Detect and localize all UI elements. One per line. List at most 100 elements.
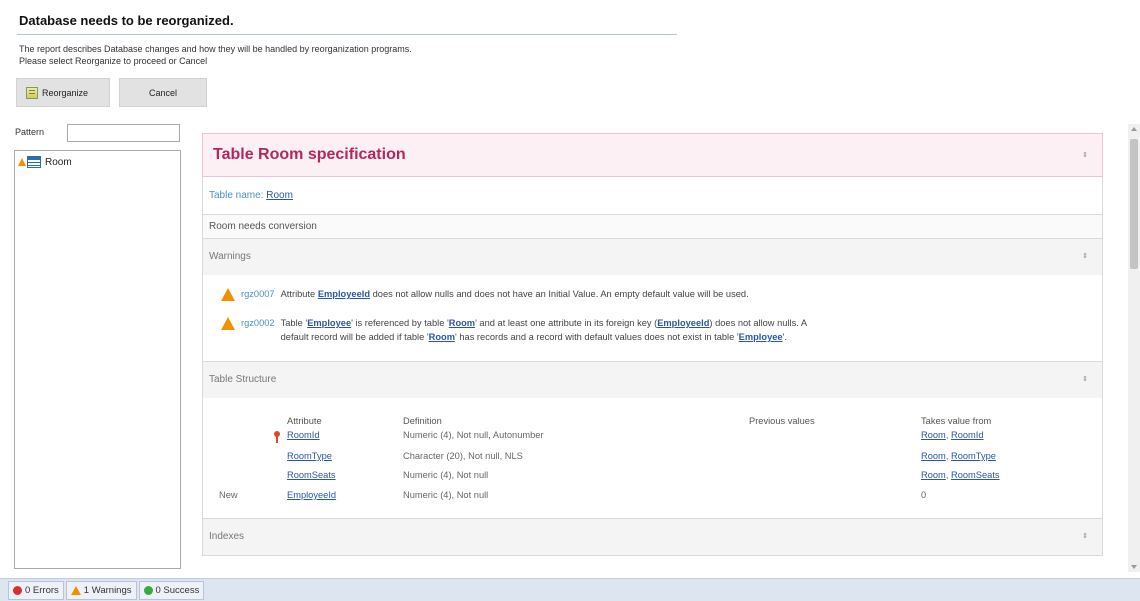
- attribute-link[interactable]: EmployeeId: [287, 490, 336, 500]
- table-tree[interactable]: Room: [14, 150, 181, 569]
- spec-title: Table Room specification: [213, 146, 406, 163]
- source-table-link[interactable]: Room: [921, 470, 946, 480]
- warning-text-part: default record will be added if table ': [280, 332, 429, 342]
- attribute-link[interactable]: RoomSeats: [287, 470, 336, 480]
- table-icon: [27, 156, 41, 168]
- scroll-up-arrow-icon[interactable]: [1131, 127, 1137, 131]
- table-row: RoomType Character (20), Not null, NLS R…: [287, 451, 996, 461]
- warnings-header[interactable]: Warnings ⇕: [203, 239, 1102, 275]
- structure-title: Table Structure: [209, 374, 277, 385]
- table-row: RoomId Numeric (4), Not null, Autonumber…: [203, 430, 1103, 444]
- reorganize-button[interactable]: Reorganize: [16, 78, 110, 107]
- warning-icon: [221, 288, 235, 301]
- instruction-line: Please select Reorganize to proceed or C…: [19, 56, 208, 66]
- cancel-button-label: Cancel: [148, 87, 177, 98]
- scroll-down-arrow-icon[interactable]: [1131, 565, 1137, 569]
- warning-text-part: Table ': [280, 318, 308, 328]
- indexes-title: Indexes: [209, 531, 245, 542]
- status-bar: 0 Errors 1 Warnings 0 Success: [0, 578, 1140, 601]
- column-header: Previous values: [749, 416, 815, 426]
- success-filter[interactable]: 0 Success: [138, 580, 205, 600]
- reorganize-button-label: Reorganize: [42, 87, 89, 98]
- structure-section: Table Structure ⇕ Attribute Definition P…: [202, 362, 1103, 519]
- tree-item-label: Room: [45, 156, 72, 168]
- warning-item: rgz0002 Table 'Employee' is referenced b…: [221, 316, 807, 344]
- warning-text-part: does not allow nulls and does not have a…: [370, 289, 749, 299]
- attribute-link[interactable]: RoomType: [287, 451, 332, 461]
- table-link[interactable]: Room: [429, 332, 455, 342]
- definition-cell: Numeric (4), Not null: [403, 470, 489, 480]
- warning-text: Attribute EmployeeId does not allow null…: [281, 287, 749, 301]
- warnings-section: Warnings ⇕ rgz0007 Attribute EmployeeId …: [202, 239, 1103, 362]
- warning-icon: [221, 317, 235, 330]
- column-header: Attribute: [287, 416, 322, 426]
- success-icon: [143, 585, 153, 595]
- error-icon: [13, 585, 22, 595]
- warning-code: rgz0007: [241, 289, 275, 299]
- new-marker: New: [219, 490, 238, 500]
- success-count: 0 Success: [155, 584, 200, 596]
- cancel-button[interactable]: Cancel: [119, 78, 207, 107]
- collapse-icon[interactable]: ⇕: [1082, 151, 1088, 159]
- structure-header[interactable]: Table Structure ⇕: [203, 362, 1102, 398]
- reorganize-icon: [26, 86, 38, 99]
- table-link[interactable]: Room: [449, 318, 475, 328]
- page-title: Database needs to be reorganized.: [19, 13, 234, 28]
- warnings-body: rgz0007 Attribute EmployeeId does not al…: [203, 275, 1102, 361]
- source-table-link[interactable]: Room: [921, 430, 946, 440]
- warnings-filter[interactable]: 1 Warnings: [65, 580, 137, 600]
- source-attribute-link[interactable]: RoomSeats: [951, 470, 1000, 480]
- report-header: Database needs to be reorganized. The re…: [0, 0, 1140, 120]
- indexes-section: Indexes ⇕: [202, 519, 1103, 556]
- warning-code: rgz0002: [241, 318, 275, 328]
- vertical-scrollbar[interactable]: [1128, 124, 1140, 572]
- warnings-count: 1 Warnings: [83, 584, 132, 596]
- source-attribute-link[interactable]: RoomId: [951, 430, 984, 440]
- spec-header: Table Room specification ⇕: [202, 133, 1103, 177]
- primary-key-icon: [274, 431, 280, 443]
- table-link[interactable]: Employee: [307, 318, 351, 328]
- structure-table: Attribute Definition Previous values Tak…: [203, 398, 1102, 518]
- collapse-icon[interactable]: ⇕: [1082, 532, 1088, 540]
- warning-text: Table 'Employee' is referenced by table …: [281, 316, 807, 344]
- errors-count: 0 Errors: [25, 584, 59, 596]
- attribute-link[interactable]: EmployeeId: [657, 318, 709, 328]
- warning-text-part: ' and at least one attribute in its fore…: [475, 318, 658, 328]
- column-header: Definition: [403, 416, 442, 426]
- title-divider: [17, 34, 677, 35]
- warning-text-part: ) does not allow nulls. A: [709, 318, 808, 328]
- description-line: The report describes Database changes an…: [19, 44, 412, 54]
- default-value-cell: 0: [921, 490, 927, 500]
- definition-cell: Numeric (4), Not null, Autonumber: [403, 430, 544, 440]
- warning-icon: [70, 585, 81, 595]
- table-name-link[interactable]: Room: [266, 190, 293, 201]
- report-panel: Table Room specification ⇕ Table name: R…: [188, 124, 1128, 572]
- tables-panel: Pattern Room: [12, 124, 182, 572]
- source-attribute-link[interactable]: RoomType: [951, 451, 996, 461]
- definition-cell: Character (20), Not null, NLS: [403, 451, 523, 461]
- attribute-link[interactable]: RoomId: [287, 430, 320, 440]
- tree-item-room[interactable]: Room: [18, 156, 72, 168]
- indexes-header[interactable]: Indexes ⇕: [203, 519, 1102, 555]
- source-table-link[interactable]: Room: [921, 451, 946, 461]
- pattern-input[interactable]: [67, 124, 180, 142]
- table-name-label: Table name:: [209, 190, 267, 201]
- warning-item: rgz0007 Attribute EmployeeId does not al…: [221, 287, 749, 301]
- warning-text-part: ' has records and a record with default …: [455, 332, 739, 342]
- scroll-thumb[interactable]: [1130, 139, 1138, 269]
- table-link[interactable]: Employee: [739, 332, 783, 342]
- warning-icon: [18, 158, 26, 166]
- errors-filter[interactable]: 0 Errors: [8, 580, 64, 600]
- collapse-icon[interactable]: ⇕: [1082, 375, 1088, 383]
- table-name-row: Table name: Room: [202, 177, 1103, 215]
- report-content: Table Room specification ⇕ Table name: R…: [202, 133, 1103, 556]
- table-row: RoomSeats Numeric (4), Not null Room, Ro…: [287, 470, 1000, 480]
- conversion-row: Room needs conversion: [202, 215, 1103, 239]
- attribute-link[interactable]: EmployeeId: [318, 289, 370, 299]
- collapse-icon[interactable]: ⇕: [1082, 252, 1088, 260]
- column-header: Takes value from: [921, 416, 992, 426]
- pattern-label: Pattern: [15, 127, 45, 137]
- warning-text-part: ' is referenced by table ': [351, 318, 449, 328]
- warning-text-part: '.: [782, 332, 787, 342]
- table-row: New EmployeeId Numeric (4), Not null 0: [203, 490, 1103, 504]
